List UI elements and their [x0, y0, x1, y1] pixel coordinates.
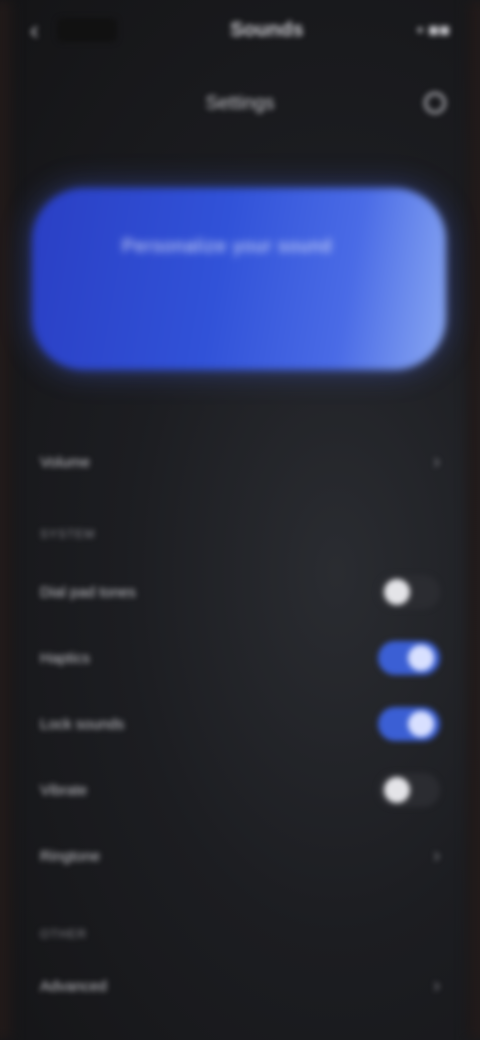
settings-row-label: Haptics [40, 649, 91, 667]
device-bezel-right [468, 0, 480, 1040]
settings-row-label: Vibrate [40, 781, 88, 799]
status-left: ‹ [30, 15, 117, 46]
page-title: Settings [205, 93, 275, 114]
settings-row-label: Dial pad tones [40, 583, 136, 601]
toggle-switch[interactable] [378, 707, 440, 741]
settings-row-toggle-1[interactable]: Haptics [40, 634, 440, 682]
toggle-switch[interactable] [378, 641, 440, 675]
toggle-knob [408, 711, 434, 737]
settings-row-volume[interactable]: Volume › [40, 438, 440, 486]
phone-screen: ‹ Sounds • ■■ Settings Personalize your … [0, 0, 480, 1040]
toggle-switch[interactable] [378, 773, 440, 807]
settings-row-advanced[interactable]: Advanced › [40, 962, 440, 1010]
toggle-knob [384, 777, 410, 803]
chevron-right-icon: › [433, 450, 440, 473]
status-title: Sounds [230, 18, 304, 41]
settings-row-label: Ringtone [40, 847, 101, 865]
status-bar: ‹ Sounds • ■■ [30, 10, 450, 50]
section-header-label: SYSTEM [40, 527, 96, 541]
back-chevron-icon[interactable]: ‹ [30, 15, 39, 46]
hero-card[interactable]: Personalize your sound [32, 188, 446, 370]
hero-title: Personalize your sound [122, 236, 333, 256]
settings-row-label: Volume [40, 453, 91, 471]
toggle-switch[interactable] [378, 575, 440, 609]
status-indicators: • ■■ [416, 19, 450, 40]
status-app-icon [56, 18, 117, 42]
settings-row-toggle-3[interactable]: Vibrate [40, 766, 440, 814]
settings-row-ringtone[interactable]: Ringtone › [40, 832, 440, 880]
settings-row-label: Advanced [40, 977, 107, 995]
settings-row-toggle-2[interactable]: Lock sounds [40, 700, 440, 748]
chevron-right-icon: › [433, 974, 440, 997]
chevron-right-icon: › [433, 844, 440, 867]
settings-row-toggle-0[interactable]: Dial pad tones [40, 568, 440, 616]
section-header-system: SYSTEM [40, 520, 440, 548]
section-header-label: OTHER [40, 927, 87, 941]
toggle-knob [408, 645, 434, 671]
toggle-knob [384, 579, 410, 605]
search-icon[interactable] [424, 92, 446, 114]
settings-row-label: Lock sounds [40, 715, 125, 733]
sub-header: Settings [0, 82, 480, 126]
section-header-other: OTHER [40, 920, 440, 948]
device-bezel-left [0, 0, 12, 1040]
